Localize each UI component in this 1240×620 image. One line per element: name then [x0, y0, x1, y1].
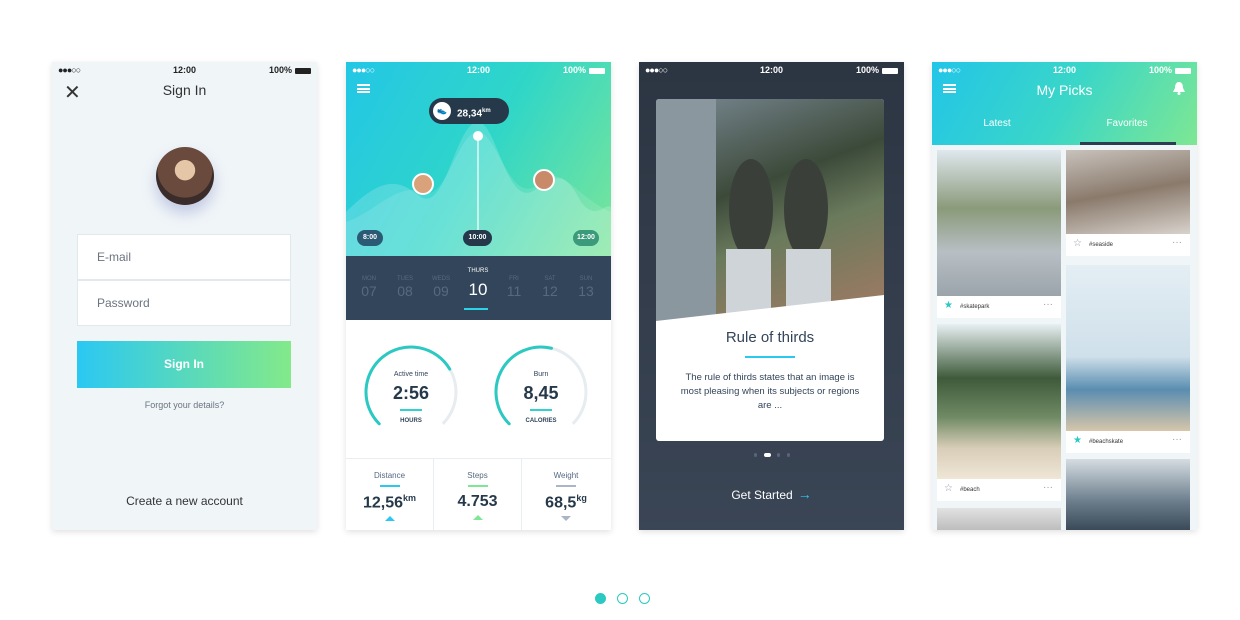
beach-photo: [937, 324, 1061, 479]
card-description: The rule of thirds states that an image …: [680, 372, 860, 411]
title-underline: [745, 356, 795, 358]
create-account-link[interactable]: Create a new account: [52, 494, 317, 508]
avatar: [156, 147, 214, 205]
email-field[interactable]: E-mail: [77, 234, 291, 280]
time-pill-current[interactable]: 10:00: [463, 230, 492, 246]
carousel-dot[interactable]: [639, 593, 650, 604]
onboarding-card: Rule of thirds The rule of thirds states…: [656, 99, 884, 441]
weight-stat[interactable]: Weight 68,5kg: [522, 459, 610, 530]
carousel-dot[interactable]: [617, 593, 628, 604]
day-item[interactable]: 13: [571, 283, 601, 299]
trend-down-icon: [561, 516, 571, 522]
star-icon-filled[interactable]: ★: [1073, 435, 1082, 446]
more-icon[interactable]: ···: [1043, 299, 1053, 310]
battery-status: 100%: [269, 65, 311, 75]
time-pill-end[interactable]: 12:00: [573, 230, 599, 246]
more-icon[interactable]: ···: [1043, 482, 1053, 493]
arrow-right-icon: →: [797, 486, 812, 502]
more-icon[interactable]: ···: [1172, 237, 1182, 248]
activity-chart: ●●●○○ 12:00 100% 👟 28,34km 8:00 10:00 12:00: [346, 62, 611, 256]
time-pill-start[interactable]: 8:00: [357, 230, 383, 246]
carousel-dot-active[interactable]: [595, 593, 606, 604]
bell-icon[interactable]: [1173, 82, 1185, 95]
page-dot-active[interactable]: [764, 453, 771, 457]
feet-photo: [656, 99, 884, 321]
activity-waves: [346, 122, 611, 256]
shoe-icon: 👟: [433, 102, 451, 120]
page-dot[interactable]: [787, 453, 790, 457]
star-icon[interactable]: ☆: [1073, 238, 1082, 249]
beachskate-photo: [1066, 265, 1190, 431]
steps-stat[interactable]: Steps 4.753: [434, 459, 522, 530]
trend-up-icon: [472, 515, 483, 520]
day-item[interactable]: 07: [354, 283, 384, 299]
sneakers-illustration: [656, 99, 884, 321]
password-field[interactable]: Password: [77, 280, 291, 326]
battery-icon: [295, 67, 311, 74]
star-icon-filled[interactable]: ★: [944, 300, 953, 311]
selected-day-indicator: [464, 308, 488, 310]
day-item[interactable]: 11: [499, 283, 529, 299]
photo-tile[interactable]: ☆ #seaside ···: [1066, 150, 1190, 256]
active-tab-indicator: [1080, 142, 1176, 145]
day-item[interactable]: 12: [535, 283, 565, 299]
signin-screen: ●●●○○ 12:00 100% ✕ Sign In E-mail Passwo…: [52, 62, 317, 530]
day-item[interactable]: 08: [390, 283, 420, 299]
photo-tile[interactable]: [1066, 459, 1190, 530]
trend-up-icon: [384, 516, 395, 522]
day-item-selected[interactable]: 10: [463, 280, 493, 300]
day-picker: MON 07 TUES 08 WEDS 09 THURS 10 FRI 11 SAT 12 …: [346, 256, 611, 320]
distance-bubble: 👟 28,34km: [429, 98, 509, 124]
stats-row: Distance 12,56km Steps 4.753 Weight 68,5…: [346, 458, 611, 530]
signin-button[interactable]: Sign In: [77, 341, 291, 388]
picks-screen: ●●●○○ 12:00 100% My Picks Latest Favorites…: [932, 62, 1197, 530]
distance-stat[interactable]: Distance 12,56km: [346, 459, 434, 530]
hamburger-menu-icon[interactable]: [357, 84, 370, 93]
status-bar: ●●●○○ 12:00 100%: [52, 62, 317, 76]
tab-latest[interactable]: Latest: [947, 118, 1047, 129]
skatepark-photo: [937, 150, 1061, 296]
friend-avatar[interactable]: [412, 173, 434, 195]
get-started-button[interactable]: Get Started →: [639, 486, 904, 502]
picks-header: ●●●○○ 12:00 100% My Picks Latest Favorites: [932, 62, 1197, 145]
onboarding-screen: ●●●○○ 12:00 100% Rule of thirds The rule o…: [639, 62, 904, 530]
burn-gauge: Burn 8,45 CALORIES: [492, 343, 590, 441]
page-dot[interactable]: [777, 453, 780, 457]
page-title: Sign In: [162, 82, 207, 98]
fitness-screen: ●●●○○ 12:00 100% 👟 28,34km 8:00 10:00 12:00…: [346, 62, 611, 530]
tab-favorites[interactable]: Favorites: [1077, 118, 1177, 129]
day-item[interactable]: 09: [426, 283, 456, 299]
forgot-details-link[interactable]: Forgot your details?: [52, 400, 317, 410]
photo-tile[interactable]: [937, 508, 1061, 530]
page-title: My Picks: [1036, 82, 1093, 98]
page-dot[interactable]: [754, 453, 757, 457]
card-title: Rule of thirds: [725, 329, 815, 346]
photo-tile[interactable]: ★ #beachskate ···: [1066, 265, 1190, 453]
friend-avatar[interactable]: [533, 169, 555, 191]
active-time-gauge: Active time 2:56 HOURS: [362, 343, 460, 441]
photo-tile[interactable]: ☆ #beach ···: [937, 324, 1061, 501]
star-icon[interactable]: ☆: [944, 483, 953, 494]
more-icon[interactable]: ···: [1172, 434, 1182, 445]
seaside-photo: [1066, 150, 1190, 234]
photo-tile[interactable]: ★ #skatepark ···: [937, 150, 1061, 318]
